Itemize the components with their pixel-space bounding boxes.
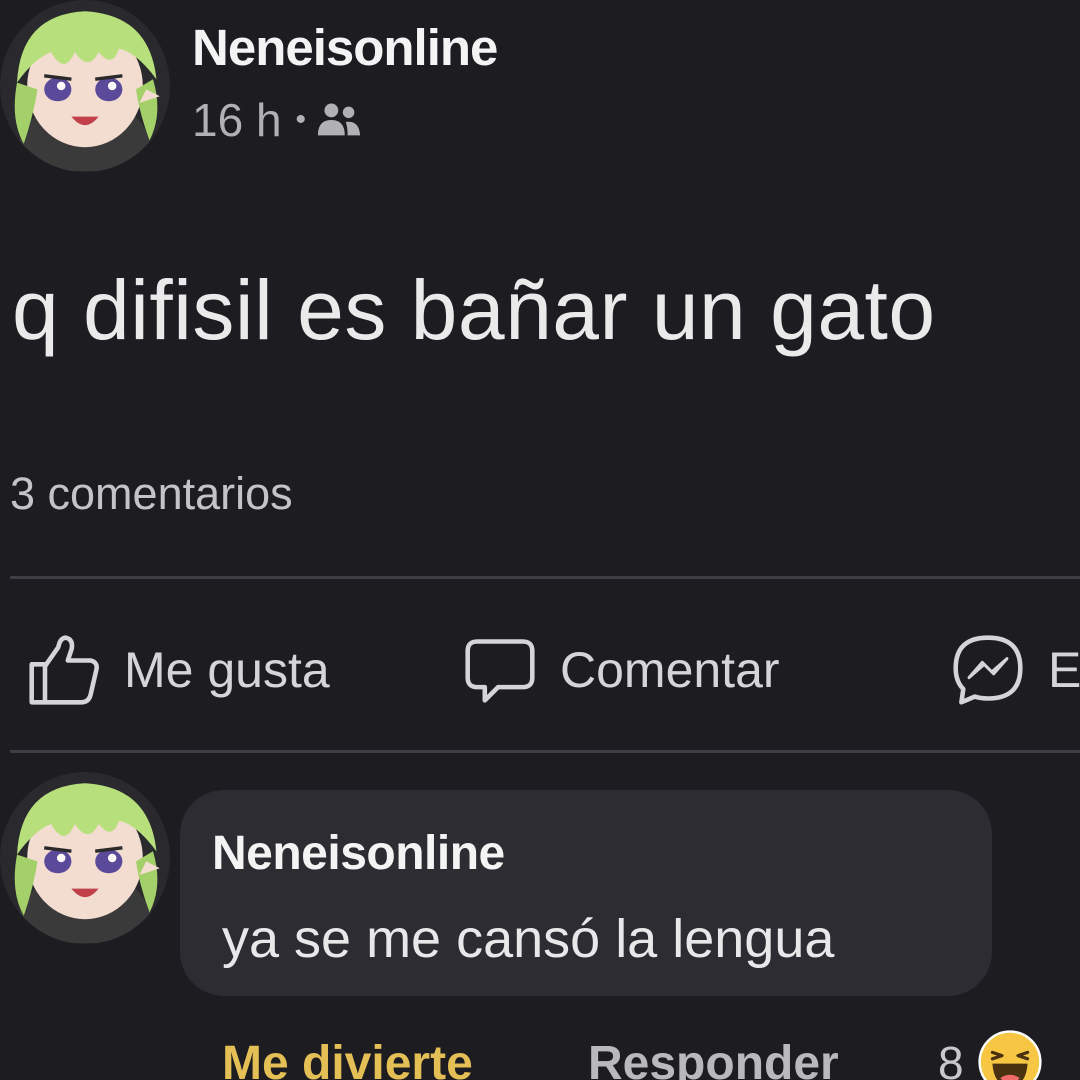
- reaction-count[interactable]: 8: [938, 1036, 964, 1080]
- meta-separator: •: [295, 103, 307, 136]
- comment-author-name[interactable]: Neneisonline: [212, 826, 505, 881]
- divider: [10, 750, 1080, 753]
- post-timestamp[interactable]: 16 h: [192, 93, 282, 147]
- haha-emoji-icon[interactable]: [978, 1030, 1042, 1080]
- comment-label: Comentar: [560, 642, 780, 698]
- send-label: E: [1048, 642, 1080, 698]
- comment-bubble[interactable]: Neneisonline ya se me cansó la lengua: [180, 790, 992, 996]
- comment-button[interactable]: Comentar: [462, 620, 780, 720]
- avatar-illustration-icon: [0, 1, 170, 171]
- post-author-name[interactable]: Neneisonline: [192, 18, 498, 77]
- post-text: q difisil es bañar un gato: [12, 263, 936, 357]
- thumbs-up-icon: [29, 635, 99, 705]
- reaction-button[interactable]: Me divierte: [222, 1036, 473, 1080]
- speech-bubble-icon: [465, 639, 535, 703]
- reply-button[interactable]: Responder: [588, 1036, 839, 1080]
- comment-author-avatar[interactable]: [0, 772, 170, 944]
- messenger-icon: [953, 635, 1023, 705]
- post-author-avatar[interactable]: [0, 0, 170, 172]
- like-label: Me gusta: [124, 642, 330, 698]
- post-meta: 16 h •: [192, 92, 362, 148]
- comment-text: ya se me cansó la lengua: [222, 909, 835, 969]
- divider: [10, 576, 1080, 579]
- avatar-illustration-icon: [0, 773, 170, 943]
- comment-count-link[interactable]: 3 comentarios: [10, 468, 293, 520]
- send-button[interactable]: E: [950, 620, 1080, 720]
- post-action-bar: Me gusta Comentar E: [0, 620, 1080, 720]
- like-button[interactable]: Me gusta: [26, 620, 330, 720]
- friends-icon[interactable]: [316, 100, 362, 140]
- comment-action-row: Me divierte Responder 8: [0, 1030, 1080, 1080]
